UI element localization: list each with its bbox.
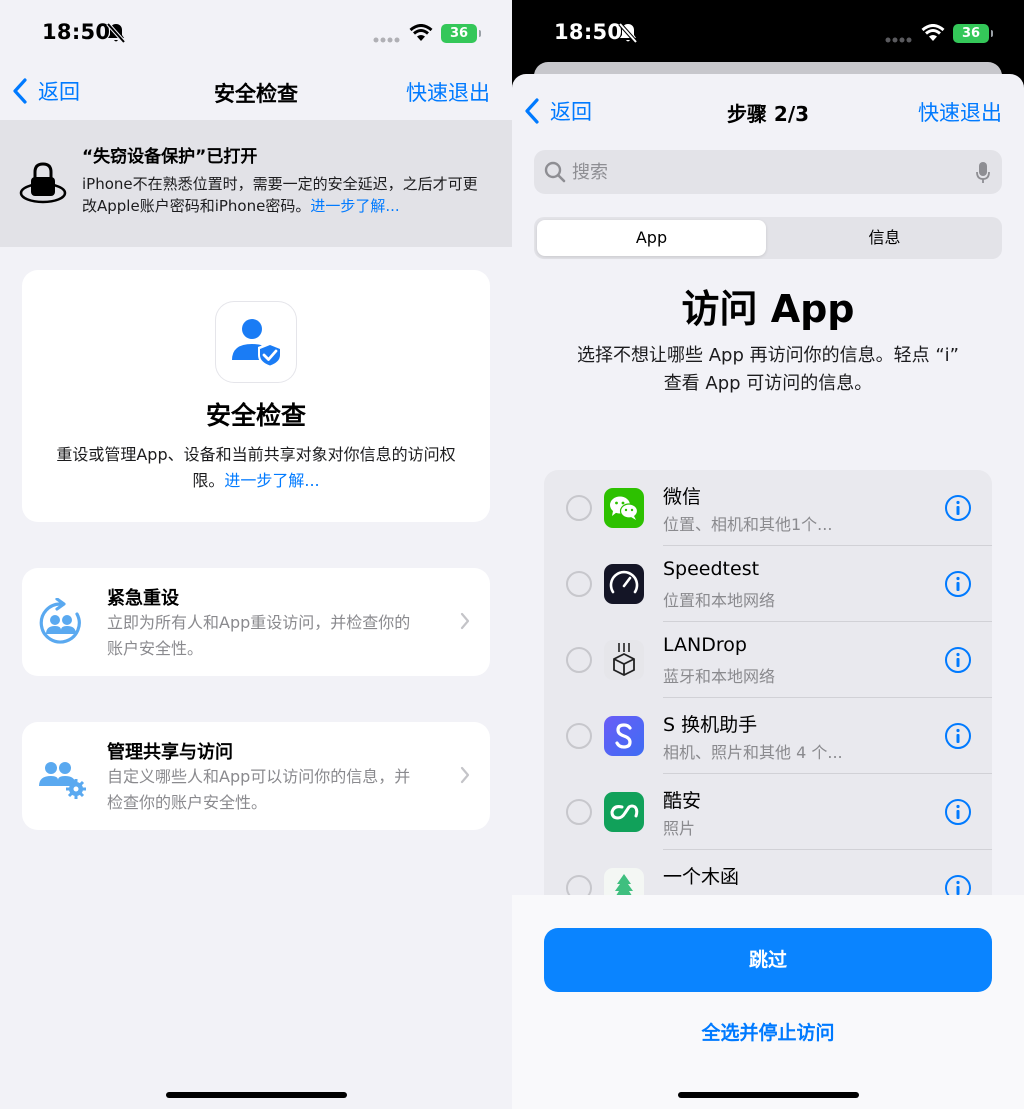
manage-sharing-row[interactable]: 管理共享与访问 自定义哪些人和App可以访问你的信息，并检查你的账户安全性。 (22, 722, 490, 830)
manage-sharing-icon (39, 762, 86, 799)
banner-text: iPhone不在熟悉位置时，需要一定的安全延迟，之后才可更改Apple账户密码和… (82, 173, 492, 217)
select-radio[interactable] (566, 723, 592, 749)
skip-button[interactable]: 跳过 (544, 928, 992, 992)
banner-learn-more-link[interactable]: 进一步了解... (310, 197, 399, 215)
emergency-reset-icon (39, 598, 81, 644)
speedtest-icon (604, 564, 644, 604)
app-name: LANDrop (663, 634, 747, 656)
back-button[interactable]: 返回 (12, 76, 80, 106)
silent-bell-icon (106, 22, 126, 44)
chevron-left-icon (525, 98, 539, 124)
segment-app[interactable]: App (537, 220, 766, 256)
select-radio[interactable] (566, 571, 592, 597)
wechat-icon (604, 488, 644, 528)
chevron-right-icon (460, 766, 470, 784)
quick-exit-button[interactable]: 快速退出 (406, 77, 490, 107)
coolapk-icon (604, 792, 644, 832)
search-icon (544, 161, 566, 183)
search-bar (534, 150, 1002, 194)
select-radio[interactable] (566, 495, 592, 521)
wifi-icon (921, 24, 945, 41)
segmented-control: App 信息 (534, 217, 1002, 259)
s-switch-icon (604, 716, 644, 756)
quick-exit-button[interactable]: 快速退出 (918, 97, 1002, 127)
right-screen-app-access: 18:50 36 返回 步骤 2/3 快速退出 搜索 App 信息 访问 App… (512, 0, 1024, 1109)
battery-icon: 36 (953, 24, 993, 43)
manage-sharing-text: 自定义哪些人和App可以访问你的信息，并检查你的账户安全性。 (107, 767, 411, 812)
back-label: 返回 (550, 100, 592, 124)
navigation-bar: 返回 安全检查 快速退出 (0, 64, 512, 120)
select-radio[interactable] (566, 799, 592, 825)
app-name: S 换机助手 (663, 714, 758, 736)
segment-info[interactable]: 信息 (770, 220, 999, 256)
banner-title: “失窃设备保护”已打开 (82, 147, 258, 167)
app-name: 一个木函 (663, 866, 740, 888)
chevron-left-icon (13, 78, 27, 104)
app-permissions: 位置和本地网络 (663, 591, 776, 610)
silent-bell-icon (618, 22, 638, 44)
back-label: 返回 (38, 80, 80, 104)
banner-body: iPhone不在熟悉位置时，需要一定的安全延迟，之后才可更改Apple账户密码和… (82, 175, 478, 215)
left-screen-safety-check: 18:50 36 返回 安全检查 快速退出 “失窃设备保护”已打开 iPhone… (0, 0, 512, 1109)
emergency-reset-text: 立即为所有人和App重设访问，并检查你的账户安全性。 (107, 613, 411, 658)
lock-icon (19, 162, 67, 204)
battery-icon: 36 (441, 24, 481, 43)
landrop-icon (604, 640, 644, 680)
select-all-stop-access-button[interactable]: 全选并停止访问 (512, 1018, 1024, 1045)
info-icon[interactable] (944, 494, 972, 522)
safety-check-card: 安全检查 重设或管理App、设备和当前共享对象对你信息的访问权限。进一步了解..… (22, 270, 490, 522)
hero-text: 重设或管理App、设备和当前共享对象对你信息的访问权限。进一步了解... (42, 442, 470, 494)
info-icon[interactable] (944, 722, 972, 750)
hero-title: 安全检查 (205, 401, 306, 430)
chevron-right-icon (460, 612, 470, 630)
signal-dots-icon (885, 37, 912, 43)
page-description: 选择不想让哪些 App 再访问你的信息。轻点 “i” 查看 App 可访问的信息… (577, 345, 959, 394)
person-shield-icon (232, 319, 282, 368)
woodbox-icon (604, 868, 644, 895)
app-row-s-switch[interactable]: S 换机助手 相机、照片和其他 4 个... (544, 698, 992, 774)
search-input[interactable] (572, 150, 962, 194)
page-heading: 访问 App (681, 287, 855, 331)
status-time: 18:50 (42, 20, 111, 44)
back-button[interactable]: 返回 (524, 96, 592, 126)
app-permissions: 相机、照片和其他 4 个... (663, 743, 843, 762)
home-indicator[interactable] (678, 1092, 859, 1098)
signal-dots-icon (373, 37, 400, 43)
bottom-action-area: 跳过 全选并停止访问 (512, 895, 1024, 1109)
app-row-wechat[interactable]: 微信 位置、相机和其他1个... (544, 470, 992, 546)
microphone-icon[interactable] (976, 162, 990, 184)
app-permissions: 照片 (663, 819, 696, 838)
select-radio[interactable] (566, 875, 592, 895)
app-name: Speedtest (663, 558, 760, 580)
info-icon[interactable] (944, 646, 972, 674)
hero-learn-more-link[interactable]: 进一步了解... (224, 471, 319, 490)
wifi-icon (409, 24, 433, 41)
home-indicator[interactable] (166, 1092, 347, 1098)
app-row-coolapk[interactable]: 酷安 照片 (544, 774, 992, 850)
info-icon[interactable] (944, 570, 972, 598)
info-icon[interactable] (944, 874, 972, 895)
app-row-speedtest[interactable]: Speedtest 位置和本地网络 (544, 546, 992, 622)
app-permissions: 位置、相机和其他1个... (663, 515, 833, 534)
status-bar: 18:50 36 (0, 0, 512, 64)
status-bar: 18:50 36 (512, 0, 1024, 64)
app-access-sheet: 返回 步骤 2/3 快速退出 App 信息 访问 App 选择不想让哪些 App… (512, 74, 1024, 1109)
app-row-woodbox[interactable]: 一个木函 照片 (544, 850, 992, 895)
emergency-reset-title: 紧急重设 (107, 588, 179, 609)
app-list: 微信 位置、相机和其他1个... Speedtest 位置和本地网络 LANDr… (544, 470, 992, 895)
select-radio[interactable] (566, 647, 592, 673)
manage-sharing-title: 管理共享与访问 (107, 742, 233, 763)
safety-check-app-icon (216, 302, 296, 382)
app-permissions: 蓝牙和本地网络 (663, 667, 776, 686)
app-name: 酷安 (663, 790, 702, 812)
stolen-device-protection-banner: “失窃设备保护”已打开 iPhone不在熟悉位置时，需要一定的安全延迟，之后才可… (0, 120, 512, 247)
status-time: 18:50 (554, 20, 623, 44)
info-icon[interactable] (944, 798, 972, 826)
app-row-landrop[interactable]: LANDrop 蓝牙和本地网络 (544, 622, 992, 698)
app-name: 微信 (663, 486, 702, 508)
navigation-bar: 返回 步骤 2/3 快速退出 (512, 84, 1024, 140)
emergency-reset-row[interactable]: 紧急重设 立即为所有人和App重设访问，并检查你的账户安全性。 (22, 568, 490, 676)
